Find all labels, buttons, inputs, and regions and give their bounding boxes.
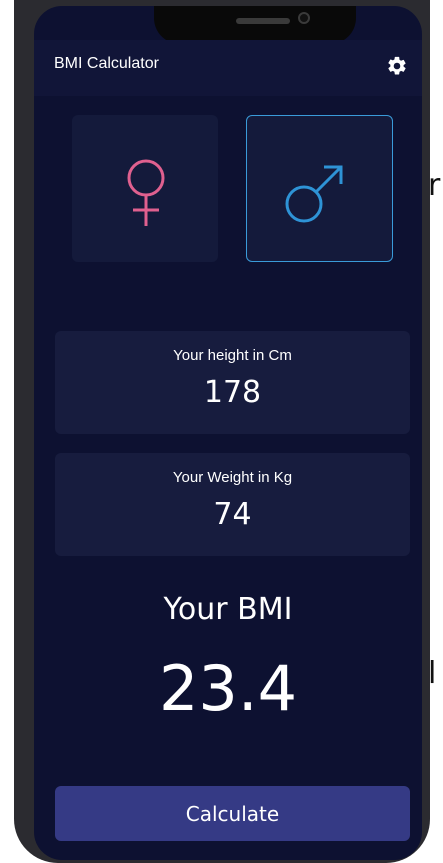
- speaker-grille: [236, 18, 290, 24]
- gear-icon[interactable]: [386, 55, 408, 77]
- height-card[interactable]: Your height in Cm 178: [55, 331, 410, 434]
- weight-label: Your Weight in Kg: [172, 469, 293, 486]
- bmi-heading: Your BMI: [163, 592, 293, 627]
- calculate-button[interactable]: Calculate: [55, 786, 410, 841]
- male-card[interactable]: [246, 115, 393, 262]
- female-card[interactable]: [72, 115, 218, 262]
- weight-value[interactable]: 74: [55, 497, 410, 532]
- camera-icon: [298, 12, 310, 24]
- app-title: BMI Calculator: [54, 55, 159, 72]
- phone-notch: [154, 6, 356, 44]
- page: r l BMI Calculator Your height in Cm 178: [0, 0, 443, 863]
- bmi-value: 23.4: [158, 652, 298, 725]
- height-value[interactable]: 178: [55, 375, 410, 410]
- app-bar: BMI Calculator: [34, 40, 422, 96]
- weight-card[interactable]: Your Weight in Kg 74: [55, 453, 410, 556]
- male-symbol-icon: [285, 165, 343, 223]
- female-symbol-icon: [127, 159, 165, 226]
- height-label: Your height in Cm: [173, 347, 292, 364]
